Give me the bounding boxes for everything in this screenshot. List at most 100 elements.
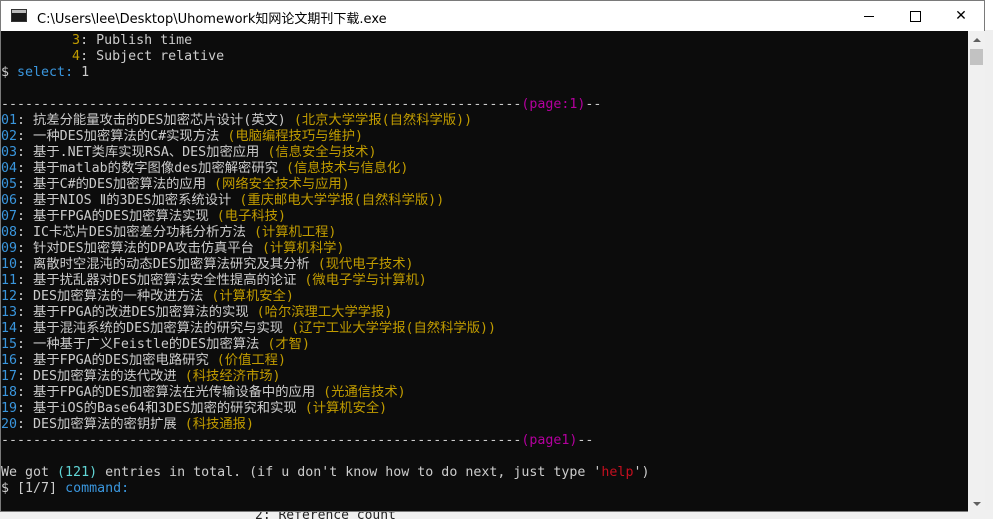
entry-journal: (计算机科学) <box>261 241 345 256</box>
entry-journal: (电子科技) <box>216 209 286 224</box>
title-bar[interactable]: C:\Users\lee\Desktop\Uhomework知网论文期刊下载.e… <box>1 1 984 31</box>
entry-journal: (计算机安全) <box>211 289 294 304</box>
entry-number: 20 <box>1 417 18 432</box>
entry-journal: (信息安全与技术) <box>267 145 377 160</box>
vertical-scrollbar[interactable] <box>968 31 985 512</box>
entry-journal: (重庆邮电大学学报(自然科学版)) <box>239 193 445 208</box>
entry-number: 01 <box>1 113 18 128</box>
entry-title: 基于.NET类库实现RSA、DES加密应用 <box>33 145 260 160</box>
separator-top: ----------------------------------------… <box>1 97 602 112</box>
result-entry: 20: DES加密算法的密钥扩展 (科技通报) <box>1 417 254 432</box>
desktop-background-right <box>985 30 993 519</box>
entry-journal: (现代电子技术) <box>317 257 414 272</box>
entry-journal: (信息技术与信息化) <box>285 161 409 176</box>
entry-journal: (计算机工程) <box>253 225 337 240</box>
result-entry: 19: 基于iOS的Base64和3DES加密的研究和实现 (计算机安全) <box>1 401 388 416</box>
entry-journal: (哈尔滨理工大学学报) <box>256 305 393 320</box>
menu-option: 4: Subject relative <box>72 49 225 64</box>
window-title: C:\Users\lee\Desktop\Uhomework知网论文期刊下载.e… <box>37 12 387 27</box>
entry-title: 基于FPGA的DES加密电路研究 <box>33 353 209 368</box>
scroll-up-button[interactable] <box>968 31 985 48</box>
summary-line: We got (121) entries in total. (if u don… <box>1 465 650 480</box>
maximize-button[interactable] <box>892 1 938 31</box>
arrow-up-icon <box>972 37 981 42</box>
entry-title: 针对DES加密算法的DPA攻击仿真平台 <box>33 241 254 256</box>
result-entry: 18: 基于FPGA的DES加密算法在光传输设备中的应用 (光通信技术) <box>1 385 406 400</box>
entry-number: 05 <box>1 177 18 192</box>
entry-title: 基于NIOS Ⅱ的3DES加密系统设计 <box>33 193 232 208</box>
entry-number: 15 <box>1 337 18 352</box>
minimize-button[interactable] <box>846 1 892 31</box>
entry-journal: (电脑编程技巧与维护) <box>227 129 364 144</box>
result-entry: 06: 基于NIOS Ⅱ的3DES加密系统设计 (重庆邮电大学学报(自然科学版)… <box>1 193 445 208</box>
entry-number: 06 <box>1 193 18 208</box>
arrow-down-icon <box>972 501 981 506</box>
command-prompt[interactable]: $ [1/7] command: <box>1 481 129 497</box>
entry-number: 02 <box>1 129 18 144</box>
entry-number: 04 <box>1 161 18 176</box>
entry-journal: (价值工程) <box>216 353 286 368</box>
entry-title: 基于matlab的数字图像des加密解密研究 <box>33 161 278 176</box>
result-entry: 10: 离散时空混沌的动态DES加密算法研究及其分析 (现代电子技术) <box>1 257 414 272</box>
entry-number: 10 <box>1 257 18 272</box>
close-icon: ✕ <box>955 8 967 24</box>
entry-journal: (辽宁工业大学学报(自然科学版)) <box>291 321 497 336</box>
entry-journal: (科技通报) <box>184 417 254 432</box>
entry-journal: (微电子学与计算机) <box>304 273 427 288</box>
menu-option: 3: Publish time <box>72 33 193 48</box>
entry-title: 抗差分能量攻击的DES加密芯片设计(英文) <box>33 113 286 128</box>
maximize-icon <box>909 10 921 22</box>
entry-journal: (计算机安全) <box>304 401 388 416</box>
scroll-thumb[interactable] <box>970 49 983 65</box>
entry-journal: (科技经济市场) <box>184 369 281 384</box>
entry-number: 17 <box>1 369 18 384</box>
result-entry: 14: 基于混沌系统的DES加密算法的研究与实现 (辽宁工业大学学报(自然科学版… <box>1 321 497 336</box>
entry-number: 13 <box>1 305 18 320</box>
entry-journal: (光通信技术) <box>323 385 406 400</box>
scroll-down-button[interactable] <box>968 495 985 512</box>
result-entry: 02: 一种DES加密算法的C#实现方法 (电脑编程技巧与维护) <box>1 129 364 144</box>
entry-number: 03 <box>1 145 18 160</box>
entry-number: 08 <box>1 225 18 240</box>
result-entry: 15: 一种基于广义Feistle的DES加密算法 (才智) <box>1 337 310 352</box>
entry-number: 19 <box>1 401 18 416</box>
result-entry: 01: 抗差分能量攻击的DES加密芯片设计(英文) (北京大学学报(自然科学版)… <box>1 113 473 128</box>
result-entry: 13: 基于FPGA的改进DES加密算法的实现 (哈尔滨理工大学学报) <box>1 305 393 320</box>
minimize-icon <box>864 15 874 17</box>
entry-title: DES加密算法的一种改进方法 <box>33 289 204 304</box>
entry-journal: (才智) <box>267 337 310 352</box>
entry-title: DES加密算法的密钥扩展 <box>33 417 177 432</box>
result-entry: 05: 基于C#的DES加密算法的应用 (网络安全技术与应用) <box>1 177 350 192</box>
entry-number: 09 <box>1 241 18 256</box>
result-entry: 12: DES加密算法的一种改进方法 (计算机安全) <box>1 289 294 304</box>
entry-title: 一种DES加密算法的C#实现方法 <box>33 129 220 144</box>
entry-journal: (网络安全技术与应用) <box>214 177 350 192</box>
entry-title: 基于iOS的Base64和3DES加密的研究和实现 <box>33 401 297 416</box>
result-entry: 08: IC卡芯片DES加密差分功耗分析方法 (计算机工程) <box>1 225 337 240</box>
separator-bottom: ----------------------------------------… <box>1 433 594 448</box>
entry-title: 离散时空混沌的动态DES加密算法研究及其分析 <box>33 257 310 272</box>
entry-title: 基于FPGA的改进DES加密算法的实现 <box>33 305 249 320</box>
entry-title: 基于C#的DES加密算法的应用 <box>33 177 207 192</box>
close-button[interactable]: ✕ <box>938 1 984 31</box>
console-output[interactable]: 3: Publish time 4: Subject relative $ se… <box>1 31 967 511</box>
entry-number: 12 <box>1 289 18 304</box>
entry-number: 11 <box>1 273 18 288</box>
entry-title: 基于混沌系统的DES加密算法的研究与实现 <box>33 321 284 336</box>
entry-number: 16 <box>1 353 18 368</box>
entry-title: 一种基于广义Feistle的DES加密算法 <box>33 337 260 352</box>
entry-number: 07 <box>1 209 18 224</box>
console-app-icon[interactable] <box>11 9 27 22</box>
entry-number: 14 <box>1 321 18 336</box>
result-entry: 11: 基于扰乱器对DES加密算法安全性提高的论证 (微电子学与计算机) <box>1 273 427 288</box>
result-entry: 04: 基于matlab的数字图像des加密解密研究 (信息技术与信息化) <box>1 161 409 176</box>
entry-title: IC卡芯片DES加密差分功耗分析方法 <box>33 225 246 240</box>
result-entry: 17: DES加密算法的迭代改进 (科技经济市场) <box>1 369 281 384</box>
entry-journal: (北京大学学报(自然科学版)) <box>293 113 473 128</box>
console-window: C:\Users\lee\Desktop\Uhomework知网论文期刊下载.e… <box>0 0 985 512</box>
entry-number: 18 <box>1 385 18 400</box>
entry-title: DES加密算法的迭代改进 <box>33 369 177 384</box>
result-entry: 09: 针对DES加密算法的DPA攻击仿真平台 (计算机科学) <box>1 241 345 256</box>
result-entry: 07: 基于FPGA的DES加密算法实现 (电子科技) <box>1 209 286 224</box>
entry-title: 基于FPGA的DES加密算法实现 <box>33 209 209 224</box>
